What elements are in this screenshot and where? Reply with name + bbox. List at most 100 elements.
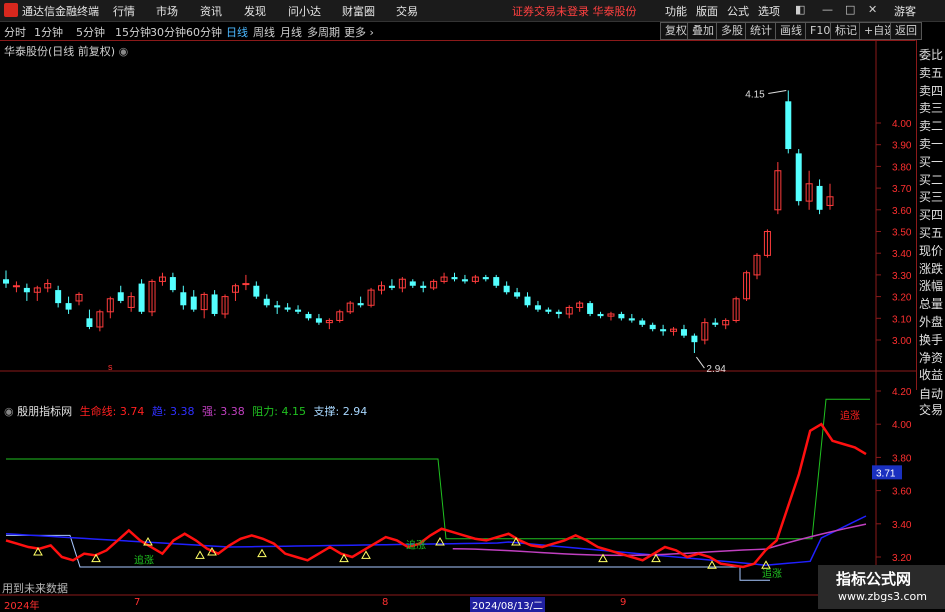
ind-tick-label: 3.20 xyxy=(892,553,912,564)
menu-options[interactable]: 选项 xyxy=(758,3,780,19)
period-15min[interactable]: 15分钟 xyxy=(115,24,151,40)
candle-body xyxy=(503,285,510,293)
menu-layout[interactable]: 版面 xyxy=(696,3,718,19)
period-daily[interactable]: 日线 xyxy=(226,24,248,40)
legend-strong-value: 3.38 xyxy=(220,405,245,418)
menu-item-news[interactable]: 资讯 xyxy=(200,3,222,19)
candle-body xyxy=(55,290,62,304)
menu-item-wealth[interactable]: 财富圈 xyxy=(342,3,375,19)
chart-canvas[interactable]: 4.00 3.90 3.80 3.70 3.60 3.50 3.40 3.30 3.20 3.10… xyxy=(0,40,916,609)
candle-body xyxy=(263,298,270,306)
period-multi[interactable]: 多周期 xyxy=(307,24,340,40)
quote-label: 卖五 xyxy=(919,65,944,80)
close-icon[interactable]: ✕ xyxy=(868,3,877,16)
candle-body xyxy=(524,296,531,306)
candle-body xyxy=(785,101,792,150)
future-data-note: 用到未来数据 xyxy=(2,582,68,595)
candle-body xyxy=(315,318,322,323)
skin-icon[interactable]: ◧ xyxy=(795,3,805,16)
candle-body xyxy=(284,307,291,310)
stock-title: 华泰股份(日线 前复权) xyxy=(4,45,116,58)
menu-function[interactable]: 功能 xyxy=(665,3,687,19)
tool-mark[interactable]: 标记 xyxy=(830,22,862,40)
ind-tick-label: 4.00 xyxy=(892,420,912,431)
candle-body xyxy=(691,335,698,343)
price-tick-label: 3.70 xyxy=(892,184,912,195)
quote-label: 收益 xyxy=(919,368,944,383)
legend-strong-label: 强: xyxy=(202,405,217,418)
maximize-icon[interactable]: □ xyxy=(845,3,855,16)
period-60min[interactable]: 60分钟 xyxy=(186,24,222,40)
price-tick-label: 3.20 xyxy=(892,293,912,304)
low-marker-line xyxy=(696,356,705,369)
candle-body xyxy=(587,303,594,314)
auto-label[interactable]: 自动 xyxy=(919,385,943,402)
candle-body xyxy=(180,292,187,306)
candle-body xyxy=(795,153,802,202)
tool-overlay[interactable]: 叠加 xyxy=(687,22,719,40)
candle-body xyxy=(138,283,145,312)
quote-label: 买四 xyxy=(919,208,944,223)
ind-tick-label: 3.60 xyxy=(892,487,912,498)
period-weekly[interactable]: 周线 xyxy=(253,24,275,40)
candle-body xyxy=(545,309,552,312)
tool-back[interactable]: 返回 xyxy=(890,22,922,40)
quote-label: 卖二 xyxy=(919,119,944,134)
period-monthly[interactable]: 月线 xyxy=(280,24,302,40)
period-more-label: 更多 xyxy=(344,26,366,39)
tool-multi-stock[interactable]: 多股 xyxy=(716,22,748,40)
quote-label: 买五 xyxy=(919,226,944,240)
tool-draw[interactable]: 画线 xyxy=(775,22,807,40)
menu-item-quotes[interactable]: 行情 xyxy=(113,3,135,19)
candle-body xyxy=(493,277,500,286)
candle-body xyxy=(712,322,719,325)
candle-body xyxy=(169,277,176,291)
menu-item-discover[interactable]: 发现 xyxy=(244,3,266,19)
price-tick-label: 3.80 xyxy=(892,162,912,173)
minimize-icon[interactable]: — xyxy=(822,3,833,16)
legend-support-label: 支撑: xyxy=(313,405,340,418)
candle-body xyxy=(388,285,395,288)
legend-trend-value: 3.38 xyxy=(170,405,195,418)
signal-triangle xyxy=(257,548,267,558)
candle-body xyxy=(534,305,541,310)
indicator-name: 殷朋指标网 xyxy=(17,405,73,418)
candle-body xyxy=(295,309,302,312)
guest-label[interactable]: 游客 xyxy=(894,3,916,19)
quote-label: 买一 xyxy=(919,154,944,169)
quote-label: 涨跌 xyxy=(919,261,944,276)
price-tick-label: 3.00 xyxy=(892,336,912,347)
period-30min[interactable]: 30分钟 xyxy=(150,24,186,40)
quote-label: 买二 xyxy=(919,172,944,187)
candle-body xyxy=(65,303,72,310)
settings-circle-icon[interactable]: ◉ xyxy=(119,45,129,58)
candle-body xyxy=(816,185,823,210)
signal-text: 追涨 xyxy=(134,554,154,567)
period-5min[interactable]: 5分钟 xyxy=(76,24,105,40)
menu-item-trade[interactable]: 交易 xyxy=(396,3,418,19)
quote-panel-labels: 委比 卖五 卖四 卖三 卖二 卖一 买一 买二 买三 买四 买五 现价 涨跌 涨幅 总量 外盘 换手 净资 收益 xyxy=(916,48,945,388)
ind-tick-label: 3.40 xyxy=(892,520,912,531)
trade-label[interactable]: 交易 xyxy=(919,401,943,418)
menu-item-market[interactable]: 市场 xyxy=(156,3,178,19)
candle-body xyxy=(190,296,197,310)
period-more[interactable]: 更多 › xyxy=(344,24,374,40)
candle-body xyxy=(357,303,364,306)
price-tick-label: 3.10 xyxy=(892,314,912,325)
login-notice[interactable]: 证券交易未登录 华泰股份 xyxy=(512,3,637,19)
legend-trend: 趋: 3.38 xyxy=(152,405,195,418)
quote-label: 总量 xyxy=(919,297,944,312)
candle-body xyxy=(420,285,427,288)
quote-label: 委比 xyxy=(919,48,944,62)
settings-circle-icon[interactable]: ◉ xyxy=(4,405,14,418)
candle-body xyxy=(555,311,562,314)
menu-item-ask[interactable]: 问小达 xyxy=(288,3,321,19)
candle-body xyxy=(660,329,667,332)
support-line xyxy=(6,534,770,581)
quote-panel-bottom: 自动 交易 xyxy=(916,384,945,424)
menu-formula[interactable]: 公式 xyxy=(727,3,749,19)
tool-stats[interactable]: 统计 xyxy=(745,22,777,40)
period-1min[interactable]: 1分钟 xyxy=(34,24,63,40)
period-intraday[interactable]: 分时 xyxy=(4,24,26,40)
legend-strong: 强: 3.38 xyxy=(202,405,245,418)
